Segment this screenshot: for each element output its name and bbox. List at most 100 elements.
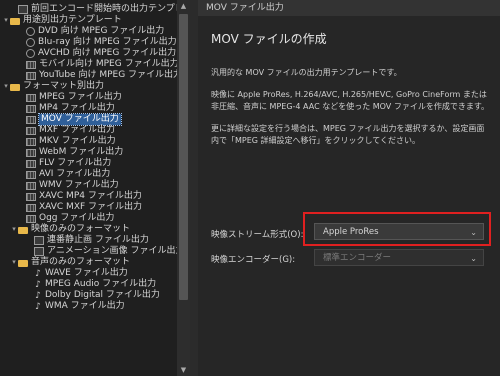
encoder-label: 映像エンコーダー(G): [211,255,296,265]
tree-item[interactable]: XAVC MXF ファイル出力 [0,202,177,213]
description-line-3: 更に詳細な設定を行う場合は、MPEG ファイル出力を選択するか、設定画面内で「M… [211,124,485,145]
tree-item[interactable]: モバイル向け MPEG ファイル出力 [0,59,177,70]
scroll-down-arrow-icon[interactable]: ▼ [177,364,190,376]
tree-item-label: 連番静止画 ファイル出力 [47,235,149,245]
tree-item[interactable]: ▾ 音声のみのフォーマット [0,257,177,268]
file-icon [18,5,28,14]
tree-item[interactable]: MPEG ファイル出力 [0,92,177,103]
tree-item[interactable]: ▾ 映像のみのフォーマット [0,224,177,235]
film-icon [26,170,36,179]
expand-toggle-icon[interactable]: ▾ [2,15,10,26]
tree-item[interactable]: ♪ MPEG Audio ファイル出力 [0,279,177,290]
tree-item-label: WMA ファイル出力 [45,301,125,311]
film-icon [26,203,36,212]
tree-item-label: 用途別出力テンプレート [23,15,122,25]
folder-icon [10,83,20,91]
folder-icon [18,259,28,267]
tree-item[interactable]: AVCHD 向け MPEG ファイル出力 [0,48,177,59]
tree-item[interactable]: アニメーション画像 ファイル出力 [0,246,177,257]
tree-item-label: WAVE ファイル出力 [45,268,128,278]
folder-icon [18,226,28,234]
template-tree-panel: 前回エンコード開始時の出力テンプレート ▾ 用途別出力テンプレートDVD 向け MP… [0,0,177,376]
film-icon [26,192,36,201]
details-panel: MOV ファイル出力 MOV ファイルの作成 汎用的な MOV ファイルの出力用… [198,0,500,376]
stream-format-label: 映像ストリーム形式(O): [211,230,304,240]
tree-item-label: YouTube 向け MPEG ファイル出力 [39,70,177,80]
tree-item-label: WMV ファイル出力 [39,180,119,190]
tree-item-label: 前回エンコード開始時の出力テンプレート [31,4,177,14]
music-note-icon: ♪ [35,268,41,279]
template-tree: 前回エンコード開始時の出力テンプレート ▾ 用途別出力テンプレートDVD 向け MP… [0,0,177,312]
tree-item-label: XAVC MP4 ファイル出力 [39,191,142,201]
music-note-icon: ♪ [35,279,41,290]
tree-item[interactable]: MKV ファイル出力 [0,136,177,147]
panel-header: MOV ファイル出力 [198,0,500,16]
tree-item-label: MP4 ファイル出力 [39,103,115,113]
tree-item-label: モバイル向け MPEG ファイル出力 [39,59,177,69]
tree-item[interactable]: Ogg ファイル出力 [0,213,177,224]
expand-toggle-icon[interactable]: ▾ [10,224,18,235]
tree-item-label: MPEG ファイル出力 [39,92,122,102]
expand-toggle-icon[interactable]: ▾ [10,257,18,268]
music-note-icon: ♪ [35,290,41,301]
tree-item-label: MXF ファイル出力 [39,125,115,135]
tree-item[interactable]: ▾ フォーマット別出力 [0,81,177,92]
tree-item-label: 音声のみのフォーマット [31,257,131,267]
tree-item-label: MKV ファイル出力 [39,136,116,146]
file-icon [34,247,44,256]
description-line-1: 汎用的な MOV ファイルの出力用テンプレートです。 [211,68,402,77]
tree-item[interactable]: 連番静止画 ファイル出力 [0,235,177,246]
tree-item[interactable]: ♪ WMA ファイル出力 [0,301,177,312]
scroll-up-arrow-icon[interactable]: ▲ [177,0,190,12]
film-icon [26,181,36,190]
tree-item[interactable]: ▾ 用途別出力テンプレート [0,15,177,26]
tree-item-label: 映像のみのフォーマット [31,224,131,234]
chevron-down-icon: ⌄ [470,254,477,263]
disc-icon [26,27,35,36]
tree-item-label: Ogg ファイル出力 [39,213,115,223]
tree-scrollbar[interactable]: ▲ ▼ [177,0,190,376]
scrollbar-thumb[interactable] [179,14,188,300]
disc-icon [26,38,35,47]
folder-icon [10,17,20,25]
tree-item-label: アニメーション画像 ファイル出力 [47,246,177,256]
film-icon [26,104,36,113]
description: 汎用的な MOV ファイルの出力用テンプレートです。 映像に Apple Pro… [211,67,490,147]
film-icon [26,71,36,80]
tree-item[interactable]: MXF ファイル出力 [0,125,177,136]
tree-item[interactable]: 前回エンコード開始時の出力テンプレート [0,4,177,15]
tree-item-label: DVD 向け MPEG ファイル出力 [38,26,165,36]
tree-item[interactable]: ♪ Dolby Digital ファイル出力 [0,290,177,301]
tree-item-label: Dolby Digital ファイル出力 [45,290,160,300]
tree-item[interactable]: XAVC MP4 ファイル出力 [0,191,177,202]
tree-item[interactable]: Blu-ray 向け MPEG ファイル出力 [0,37,177,48]
disc-icon [26,49,35,58]
tree-item[interactable]: MP4 ファイル出力 [0,103,177,114]
tree-item[interactable]: YouTube 向け MPEG ファイル出力 [0,70,177,81]
file-icon [34,236,44,245]
film-icon [26,137,36,146]
tree-item[interactable]: FLV ファイル出力 [0,158,177,169]
tree-item[interactable]: ♪ WAVE ファイル出力 [0,268,177,279]
film-icon [26,214,36,223]
tree-item-label: FLV ファイル出力 [39,158,112,168]
encoder-select[interactable]: 標準エンコーダー ⌄ [314,249,484,266]
tree-item-label: フォーマット別出力 [23,81,105,91]
tree-item[interactable]: DVD 向け MPEG ファイル出力 [0,26,177,37]
tree-item-label: MPEG Audio ファイル出力 [45,279,157,289]
page-title: MOV ファイルの作成 [211,32,327,46]
film-icon [26,148,36,157]
highlight-frame [303,212,491,246]
tree-item-label: XAVC MXF ファイル出力 [39,202,143,212]
film-icon [26,60,36,69]
tree-item[interactable]: AVI ファイル出力 [0,169,177,180]
tree-item[interactable]: WMV ファイル出力 [0,180,177,191]
expand-toggle-icon[interactable]: ▾ [2,81,10,92]
tree-item[interactable]: WebM ファイル出力 [0,147,177,158]
music-note-icon: ♪ [35,301,41,312]
tree-item-label: WebM ファイル出力 [39,147,124,157]
film-icon [26,126,36,135]
tree-item-label: AVCHD 向け MPEG ファイル出力 [38,48,177,58]
film-icon [26,93,36,102]
tree-item[interactable]: MOV ファイル出力 [0,113,177,126]
